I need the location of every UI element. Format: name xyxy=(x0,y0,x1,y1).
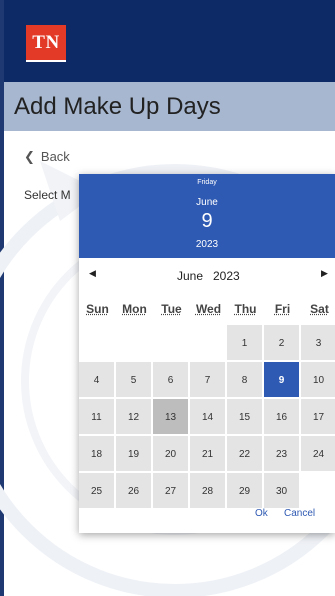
weekday-header: Thu xyxy=(234,302,257,316)
month-navigation: ◀ June 2023 ▶ xyxy=(79,268,335,288)
calendar-day[interactable]: 20 xyxy=(153,436,190,473)
calendar-day[interactable]: 19 xyxy=(116,436,153,473)
calendar-week-row: 11 12 13 14 15 16 17 xyxy=(79,399,335,436)
cancel-button[interactable]: Cancel xyxy=(284,508,315,519)
calendar-week-row: 18 19 20 21 22 23 24 xyxy=(79,436,335,473)
date-picker-header: Friday June 9 2023 xyxy=(79,174,335,258)
weekday-header: Wed xyxy=(195,302,222,316)
calendar-day[interactable]: 10 xyxy=(301,362,335,399)
calendar-day[interactable]: 21 xyxy=(190,436,227,473)
calendar-day[interactable]: 8 xyxy=(227,362,264,399)
calendar-day[interactable]: 14 xyxy=(190,399,227,436)
weekday-header-row: Sun Mon Tue Wed Thu Fri Sat xyxy=(79,299,335,325)
calendar-grid: Sun Mon Tue Wed Thu Fri Sat 1 2 3 4 5 6 xyxy=(79,299,335,510)
calendar-day[interactable]: 27 xyxy=(153,473,190,510)
calendar-day[interactable]: 24 xyxy=(301,436,335,473)
calendar-day[interactable]: 9 xyxy=(264,362,301,399)
weekday-header: Mon xyxy=(122,302,147,316)
calendar-day[interactable]: 15 xyxy=(227,399,264,436)
selected-month: June xyxy=(196,197,218,208)
calendar-day xyxy=(301,473,335,510)
calendar-day xyxy=(116,325,153,362)
calendar-day[interactable]: 7 xyxy=(190,362,227,399)
tn-logo[interactable]: TN xyxy=(26,25,66,62)
weekday-header: Fri xyxy=(274,302,291,316)
calendar-day[interactable]: 26 xyxy=(116,473,153,510)
calendar-day xyxy=(79,325,116,362)
nav-year-label[interactable]: 2023 xyxy=(213,269,240,283)
calendar-day[interactable]: 6 xyxy=(153,362,190,399)
calendar-day[interactable]: 11 xyxy=(79,399,116,436)
title-bar: Add Make Up Days xyxy=(4,82,335,131)
calendar-week-row: 25 26 27 28 29 30 xyxy=(79,473,335,510)
selected-weekday: Friday xyxy=(197,179,217,186)
date-picker-footer: Ok Cancel xyxy=(79,508,335,528)
ok-button[interactable]: Ok xyxy=(255,508,268,519)
calendar-week-row: 4 5 6 7 8 9 10 xyxy=(79,362,335,399)
selected-day: 9 xyxy=(201,210,213,232)
calendar-day xyxy=(153,325,190,362)
select-make-up-days-label: Select M xyxy=(24,188,71,202)
date-picker-popup: Friday June 9 2023 ◀ June 2023 ▶ Sun Mon… xyxy=(79,174,335,533)
weekday-header: Sun xyxy=(86,302,109,316)
calendar-week-row: 1 2 3 xyxy=(79,325,335,362)
back-link[interactable]: ❮ Back xyxy=(24,149,70,165)
page: TN Add Make Up Days ❮ Back Select M Frida… xyxy=(0,0,335,596)
nav-month-label[interactable]: June xyxy=(177,269,203,283)
calendar-day[interactable]: 25 xyxy=(79,473,116,510)
calendar-day[interactable]: 30 xyxy=(264,473,301,510)
next-month-icon[interactable]: ▶ xyxy=(321,268,328,279)
calendar-day[interactable]: 12 xyxy=(116,399,153,436)
calendar-day[interactable]: 17 xyxy=(301,399,335,436)
calendar-day[interactable]: 1 xyxy=(227,325,264,362)
selected-year[interactable]: 2023 xyxy=(79,239,335,250)
back-label: Back xyxy=(40,149,70,164)
calendar-day[interactable]: 18 xyxy=(79,436,116,473)
calendar-day[interactable]: 28 xyxy=(190,473,227,510)
app-header: TN xyxy=(4,0,335,82)
calendar-day[interactable]: 5 xyxy=(116,362,153,399)
page-title: Add Make Up Days xyxy=(14,93,221,120)
weekday-header: Sat xyxy=(310,302,329,316)
chevron-left-icon: ❮ xyxy=(24,149,35,164)
calendar-day[interactable]: 16 xyxy=(264,399,301,436)
calendar-day[interactable]: 13 xyxy=(153,399,190,436)
weekday-header: Tue xyxy=(161,302,182,316)
calendar-day[interactable]: 3 xyxy=(301,325,335,362)
calendar-day[interactable]: 2 xyxy=(264,325,301,362)
calendar-day[interactable]: 29 xyxy=(227,473,264,510)
calendar-day[interactable]: 22 xyxy=(227,436,264,473)
previous-month-icon[interactable]: ◀ xyxy=(89,268,96,279)
calendar-day[interactable]: 4 xyxy=(79,362,116,399)
calendar-day xyxy=(190,325,227,362)
calendar-day[interactable]: 23 xyxy=(264,436,301,473)
